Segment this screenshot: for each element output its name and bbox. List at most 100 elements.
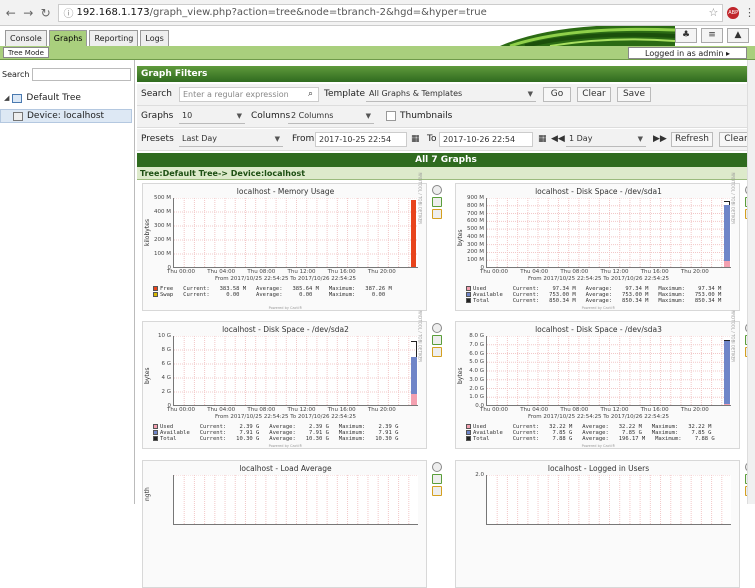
tab-logs[interactable]: Logs (140, 30, 169, 46)
to-date-input[interactable]: 2017-10-26 22:54 (439, 132, 533, 147)
graph-disk-sda1[interactable]: localhost - Disk Space - /dev/sda1 bytes R… (455, 172, 740, 311)
graph-settings-icon[interactable] (432, 323, 442, 333)
graph-memory-usage[interactable]: localhost - Memory Usage kilobytes RRDTOOL… (142, 172, 427, 311)
presets-label: Presets (141, 134, 174, 144)
graph-y-tick: 2 G (161, 389, 171, 395)
graph-x-tick: Thu 12:00 (287, 269, 316, 275)
refresh-button[interactable]: Refresh (671, 132, 713, 147)
presets-value: Last Day (182, 134, 218, 143)
tree-view-icon[interactable]: ♣ (675, 28, 697, 43)
graphs-select[interactable]: 10 ▼ (179, 109, 245, 124)
bookmark-star-icon[interactable]: ☆ (709, 6, 719, 19)
shift-left-icon[interactable]: ◀◀ (551, 134, 565, 144)
tab-graphs[interactable]: Graphs (48, 30, 88, 46)
tree-root-label: Default Tree (26, 93, 81, 103)
graph-y-tick: 4 G (161, 375, 171, 381)
graph-y-tick: 1.0 G (469, 394, 484, 401)
graph-x-tick: Thu 08:00 (247, 407, 276, 413)
graph-y-tick: 200 M (154, 237, 171, 243)
from-date-input[interactable]: 2017-10-25 22:54 (315, 132, 407, 147)
sidebar-search-label: Search (2, 70, 30, 79)
graph-y-tick: 8 G (161, 347, 171, 353)
shift-right-icon[interactable]: ▶▶ (653, 134, 667, 144)
logged-in-user[interactable]: Logged in as admin ▸ (628, 47, 747, 59)
graph-zoom-icon[interactable] (432, 486, 442, 496)
graph-y-tick: 2.0 (475, 472, 484, 478)
graph-plot-area (173, 336, 418, 406)
all-graphs-header: All 7 Graphs (137, 153, 755, 167)
graph-csv-icon[interactable] (432, 197, 442, 207)
save-button[interactable]: Save (617, 87, 651, 102)
calendar-icon[interactable]: ▦ (411, 134, 420, 144)
graph-y-tick: 500 M (467, 226, 484, 233)
graph-x-tick: Thu 20:00 (680, 407, 709, 413)
thumbnails-checkbox[interactable] (386, 111, 396, 121)
graph-x-tick: Thu 12:00 (287, 407, 316, 413)
graph-x-tick: Thu 08:00 (247, 269, 276, 275)
page-scrollbar[interactable] (747, 60, 755, 504)
graph-y-tick: 6 G (161, 361, 171, 367)
tree-device-label: Device: localhost (27, 111, 105, 121)
tree-device-node[interactable]: Device: localhost (0, 109, 132, 123)
adblock-extension-icon[interactable]: ABP (727, 6, 739, 19)
device-icon (13, 111, 23, 121)
url-path: /graph_view.php?action=tree&node=tbranch… (149, 7, 487, 18)
graph-zoom-icon[interactable] (432, 209, 442, 219)
cacti-logo-image (500, 26, 675, 46)
template-select[interactable]: All Graphs & Templates ▼ (366, 87, 536, 102)
go-button[interactable]: Go (543, 87, 571, 102)
graph-x-tick: Thu 04:00 (207, 269, 236, 275)
search-input[interactable]: Enter a regular expression (179, 87, 319, 102)
sidebar-search-input[interactable] (32, 68, 131, 81)
browser-menu-icon[interactable]: ⋮ (744, 6, 755, 19)
preview-view-icon[interactable]: ▲ (727, 28, 749, 43)
graph-disk-sda3[interactable]: localhost - Disk Space - /dev/sda3 bytes R… (455, 310, 740, 449)
main-content: Graph Filters Search Enter a regular exp… (137, 66, 755, 588)
list-view-icon[interactable]: ≡ (701, 28, 723, 43)
tree-mode-breadcrumb[interactable]: Tree Mode (3, 47, 49, 58)
search-icon[interactable]: ⌕ (308, 89, 313, 99)
graph-load-average[interactable]: localhost - Load Average ngth (142, 460, 427, 588)
presets-select[interactable]: Last Day ▼ (179, 132, 283, 147)
tab-console[interactable]: Console (5, 30, 47, 46)
timespan-select[interactable]: 1 Day ▼ (566, 132, 646, 147)
columns-select[interactable]: 2 Columns ▼ (288, 109, 374, 124)
back-icon[interactable]: ← (4, 6, 17, 20)
tree-breadcrumb: Tree:Default Tree-> Device:localhost (137, 167, 755, 180)
graph-y-tick: 300 M (467, 241, 484, 248)
graph-title: localhost - Disk Space - /dev/sda1 (535, 187, 662, 196)
tree-root-node[interactable]: ◢ Default Tree (4, 93, 81, 103)
graph-settings-icon[interactable] (432, 185, 442, 195)
graph-y-tick: 900 M (467, 195, 484, 201)
graphs-value: 10 (182, 111, 193, 120)
graph-y-tick: 8.0 G (469, 333, 484, 339)
graph-zoom-icon[interactable] (432, 347, 442, 357)
forward-icon[interactable]: → (21, 6, 34, 20)
clear-button[interactable]: Clear (577, 87, 611, 102)
graph-logged-in-users[interactable]: localhost - Logged in Users 2.0 (455, 460, 740, 588)
reload-icon[interactable]: ↻ (39, 6, 52, 20)
graph-x-tick: Thu 12:00 (600, 407, 629, 413)
graph-csv-icon[interactable] (432, 474, 442, 484)
graph-filters-header: Graph Filters (137, 66, 755, 82)
tab-reporting[interactable]: Reporting (89, 30, 139, 46)
from-label: From (292, 134, 315, 144)
graph-x-tick: Thu 20:00 (367, 407, 396, 413)
graph-powered-by: Powered by Cacti® (581, 444, 616, 448)
graph-legend-row: Total Current: 7.88 G Average: 196.17 M … (466, 436, 715, 442)
url-field[interactable]: ⓘ 192.168.1.173/graph_view.php?action=tr… (58, 3, 724, 22)
graph-settings-icon[interactable] (432, 462, 442, 472)
graph-grid-lines (487, 336, 731, 405)
graph-disk-sda2[interactable]: localhost - Disk Space - /dev/sda2 bytes R… (142, 310, 427, 449)
graph-x-tick: Thu 12:00 (600, 269, 629, 275)
graph-period: From 2017/10/25 22:54:25 To 2017/10/26 2… (215, 414, 356, 420)
graph-y-tick: 400 M (154, 209, 171, 215)
dropdown-arrow-icon: ▼ (637, 135, 643, 143)
graph-x-tick: Thu 20:00 (680, 269, 709, 275)
calendar-icon[interactable]: ▦ (538, 134, 547, 144)
graph-x-tick: Thu 08:00 (560, 407, 589, 413)
legend-swatch (466, 430, 471, 435)
graph-csv-icon[interactable] (432, 335, 442, 345)
collapse-icon[interactable]: ◢ (4, 94, 9, 102)
graph-bar-1 (411, 199, 416, 267)
